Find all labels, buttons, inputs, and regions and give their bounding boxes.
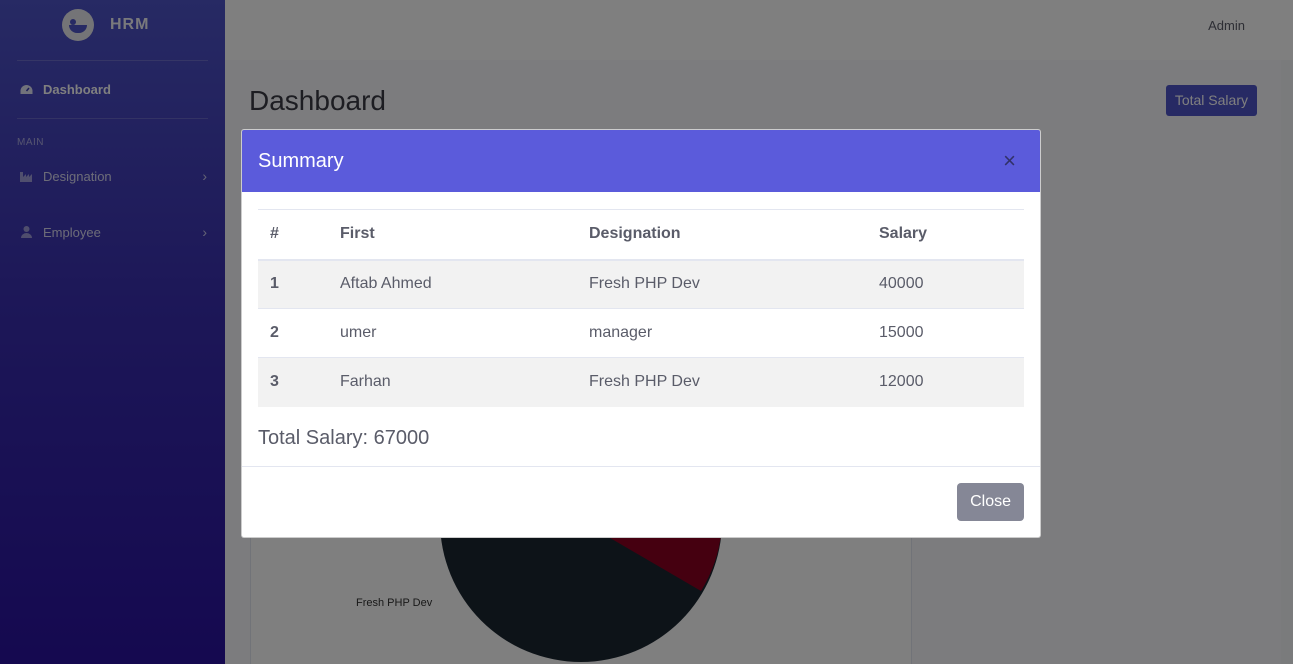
close-button[interactable]: Close: [957, 483, 1024, 521]
row-number: 3: [258, 357, 328, 407]
column-header: Salary: [867, 209, 1024, 261]
summary-modal: Summary × # First Designation Salary 1 A…: [241, 129, 1041, 538]
cell-first: umer: [328, 308, 577, 358]
cell-designation: Fresh PHP Dev: [577, 357, 867, 407]
column-header: Designation: [577, 209, 867, 261]
column-header: First: [328, 209, 577, 261]
modal-body: # First Designation Salary 1 Aftab Ahmed…: [242, 192, 1040, 469]
row-number: 2: [258, 308, 328, 358]
table-row: 2 umer manager 15000: [258, 308, 1024, 358]
cell-designation: Fresh PHP Dev: [577, 259, 867, 309]
table-row: 3 Farhan Fresh PHP Dev 12000: [258, 357, 1024, 407]
modal-footer: Close: [242, 466, 1040, 537]
table-row: 1 Aftab Ahmed Fresh PHP Dev 40000: [258, 259, 1024, 309]
salary-table: # First Designation Salary 1 Aftab Ahmed…: [258, 209, 1024, 407]
table-header-row: # First Designation Salary: [258, 209, 1024, 261]
cell-first: Aftab Ahmed: [328, 259, 577, 309]
cell-first: Farhan: [328, 357, 577, 407]
cell-salary: 40000: [867, 259, 1024, 309]
row-number: 1: [258, 259, 328, 309]
close-icon[interactable]: ×: [1003, 150, 1016, 172]
cell-salary: 15000: [867, 308, 1024, 358]
modal-header: Summary ×: [242, 130, 1040, 192]
cell-designation: manager: [577, 308, 867, 358]
modal-title: Summary: [258, 149, 344, 172]
column-header: #: [258, 209, 328, 261]
cell-salary: 12000: [867, 357, 1024, 407]
total-salary-text: Total Salary: 67000: [258, 426, 430, 449]
